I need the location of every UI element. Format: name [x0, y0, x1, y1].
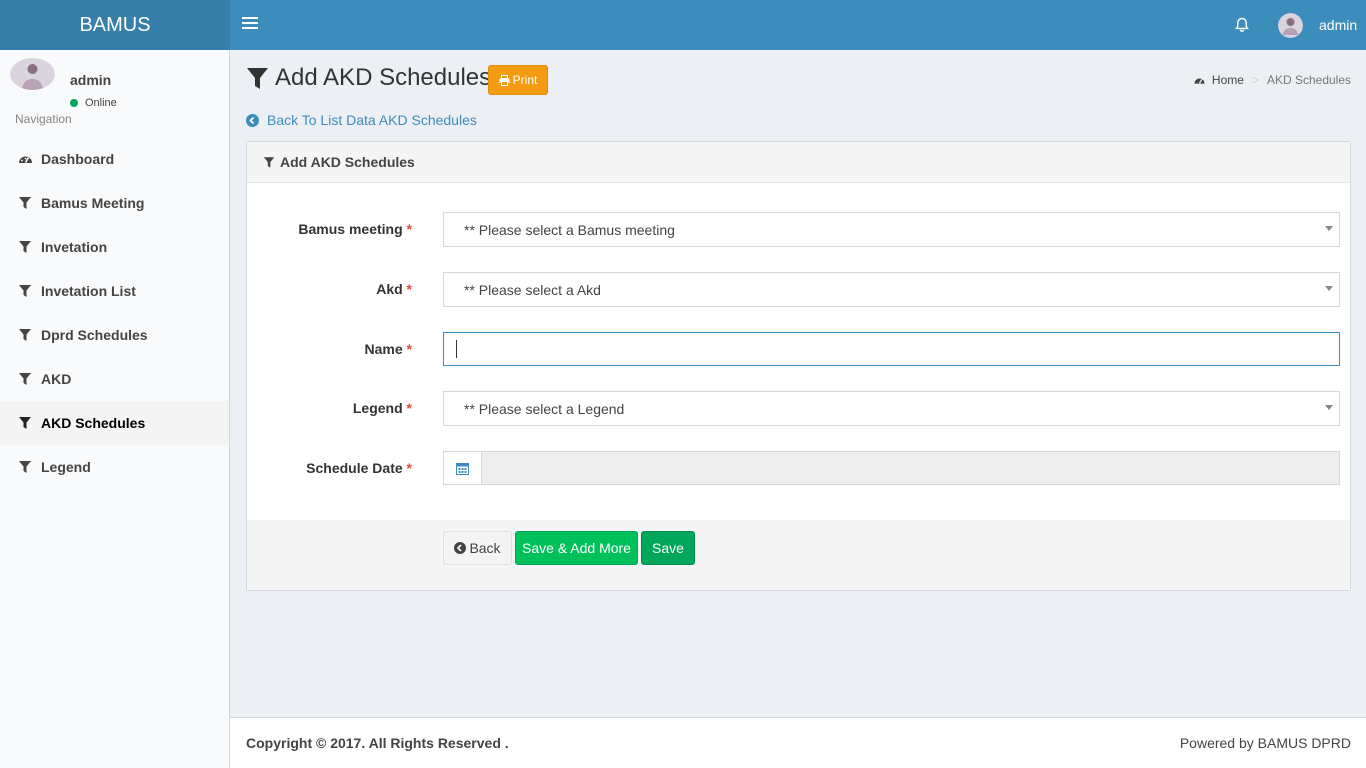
breadcrumb-home[interactable]: Home — [1212, 73, 1244, 87]
sidebar-item-label: Dprd Schedules — [41, 327, 148, 343]
copyright-text: Copyright © 2017. All Rights Reserved . — [246, 735, 509, 751]
filter-icon — [19, 285, 31, 297]
sidebar-username: admin — [70, 72, 112, 88]
online-status: Online — [70, 97, 117, 109]
sidebar-item-label: Bamus Meeting — [41, 195, 145, 211]
dashboard-icon — [19, 156, 32, 163]
calendar-button[interactable] — [444, 452, 482, 484]
back-label: Back — [469, 540, 501, 556]
nav-header: Navigation — [15, 112, 72, 126]
filter-icon — [19, 329, 31, 341]
print-icon — [499, 74, 510, 86]
status-label: Online — [85, 97, 117, 109]
print-button[interactable]: Print — [488, 65, 548, 95]
sidebar: admin Online Navigation Dashboard Bamus … — [0, 50, 230, 768]
sidebar-item-dashboard[interactable]: Dashboard — [0, 137, 229, 181]
select-placeholder: ** Please select a Akd — [464, 281, 601, 298]
avatar — [10, 58, 55, 90]
chevron-circle-left-icon — [454, 542, 467, 554]
schedule-date-label: Schedule Date * — [306, 460, 412, 476]
bamus-meeting-label: Bamus meeting * — [298, 221, 412, 237]
bell-icon[interactable] — [1233, 16, 1251, 34]
bamus-meeting-select[interactable]: ** Please select a Bamus meeting — [443, 212, 1340, 247]
user-panel: admin Online — [10, 58, 220, 109]
box-title: Add AKD Schedules — [280, 154, 415, 170]
filter-icon — [19, 417, 31, 429]
save-button[interactable]: Save — [641, 531, 695, 565]
print-label: Print — [512, 73, 538, 87]
sidebar-item-akd[interactable]: AKD — [0, 357, 229, 401]
breadcrumb-current: AKD Schedules — [1266, 73, 1351, 87]
filter-icon — [19, 197, 31, 209]
form-actions — [247, 520, 1350, 590]
app-logo[interactable]: BAMUS — [0, 0, 230, 50]
sidebar-item-label: Invetation List — [41, 283, 136, 299]
filter-icon — [247, 68, 268, 89]
akd-label: Akd * — [376, 281, 412, 297]
powered-by-text: Powered by BAMUS DPRD — [1179, 735, 1351, 751]
filter-icon — [19, 241, 31, 253]
name-field[interactable] — [443, 332, 1340, 366]
sidebar-menu: Dashboard Bamus Meeting Invetation Invet… — [0, 137, 229, 489]
sidebar-item-invetation-list[interactable]: Invetation List — [0, 269, 229, 313]
page-title: Add AKD Schedules — [275, 64, 492, 91]
dashboard-icon — [1194, 78, 1205, 84]
text-cursor — [456, 340, 457, 358]
page-header: Add AKD Schedules — [246, 64, 491, 92]
save-add-more-button[interactable]: Save & Add More — [515, 531, 638, 565]
name-label: Name * — [364, 341, 412, 357]
sidebar-item-label: Legend — [41, 459, 91, 475]
hamburger-icon[interactable] — [242, 17, 258, 33]
akd-select[interactable]: ** Please select a Akd — [443, 272, 1340, 307]
select-placeholder: ** Please select a Legend — [464, 400, 625, 417]
legend-select[interactable]: ** Please select a Legend — [443, 391, 1340, 426]
breadcrumb-separator: > — [1251, 73, 1259, 87]
online-dot-icon — [70, 99, 78, 107]
back-to-list-link[interactable]: Back To List Data AKD Schedules — [246, 112, 477, 128]
header-username: admin — [1319, 17, 1358, 33]
sidebar-item-label: AKD Schedules — [41, 415, 146, 431]
sidebar-item-invetation[interactable]: Invetation — [0, 225, 229, 269]
sidebar-item-dprd-schedules[interactable]: Dprd Schedules — [0, 313, 229, 357]
box-header: Add AKD Schedules — [247, 142, 1350, 183]
sidebar-item-bamus-meeting[interactable]: Bamus Meeting — [0, 181, 229, 225]
breadcrumb: Home > AKD Schedules — [1193, 73, 1351, 87]
top-navbar: BAMUS admin — [0, 0, 1366, 50]
sidebar-item-label: AKD — [41, 371, 72, 387]
filter-icon — [263, 156, 275, 168]
back-button[interactable]: Back — [443, 531, 512, 565]
user-menu[interactable]: admin — [1278, 12, 1357, 38]
back-to-list-label: Back To List Data AKD Schedules — [267, 112, 477, 128]
form-box: Add AKD Schedules Bamus meeting * ** Ple… — [246, 141, 1351, 591]
sidebar-item-label: Invetation — [41, 239, 108, 255]
filter-icon — [19, 373, 31, 385]
select-placeholder: ** Please select a Bamus meeting — [464, 221, 675, 238]
chevron-down-icon — [1325, 405, 1333, 410]
page-footer: Copyright © 2017. All Rights Reserved . … — [230, 717, 1366, 768]
chevron-down-icon — [1325, 286, 1333, 291]
arrow-circle-left-icon — [246, 113, 259, 127]
schedule-date-input-group — [443, 451, 1340, 485]
calendar-icon — [456, 462, 469, 475]
sidebar-item-label: Dashboard — [41, 151, 115, 167]
filter-icon — [19, 461, 31, 473]
sidebar-item-legend[interactable]: Legend — [0, 445, 229, 489]
avatar — [1278, 12, 1303, 38]
chevron-down-icon — [1325, 226, 1333, 231]
legend-label: Legend * — [352, 400, 412, 416]
sidebar-item-akd-schedules[interactable]: AKD Schedules — [0, 401, 229, 445]
schedule-date-field[interactable] — [482, 452, 1339, 484]
